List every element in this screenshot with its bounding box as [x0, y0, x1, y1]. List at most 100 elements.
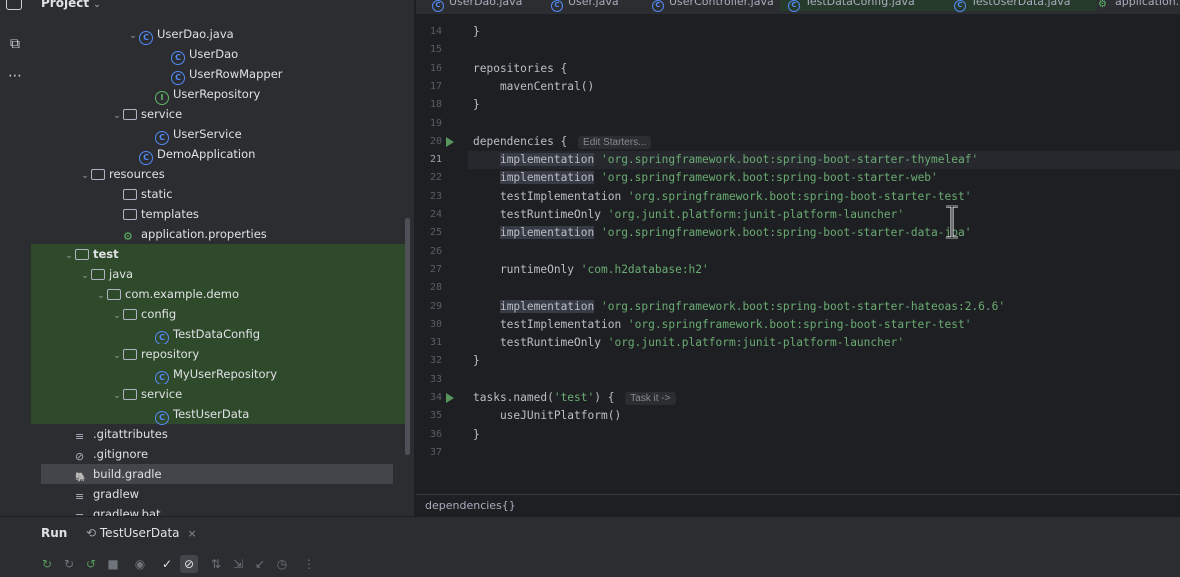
code-line[interactable]: }	[473, 426, 480, 444]
toggle-auto-test-icon[interactable]: ↺	[82, 555, 100, 573]
code-line[interactable]: testImplementation 'org.springframework.…	[473, 316, 972, 334]
code-line[interactable]: implementation 'org.springframework.boot…	[473, 151, 978, 169]
tree-item[interactable]: ≡ gradlew	[31, 484, 405, 504]
chevron-down-icon[interactable]: ⌄	[111, 346, 123, 366]
run-gutter-icon[interactable]	[446, 393, 454, 403]
tool-window-stripe: ⧉ ⋯	[0, 0, 32, 520]
tree-item[interactable]: ⚙ application.properties	[31, 224, 405, 244]
editor-tab[interactable]: C TestDataConfig.java	[780, 0, 953, 12]
tree-item[interactable]: ⌄ service	[31, 384, 405, 404]
line-number: 18	[429, 99, 442, 111]
tree-item[interactable]: C UserService	[31, 124, 405, 145]
class-icon: C	[139, 31, 153, 45]
collapse-icon[interactable]: ⇲	[229, 555, 247, 573]
tree-item[interactable]: C TestDataConfig	[31, 324, 405, 345]
chevron-down-icon[interactable]: ⌄	[63, 246, 75, 266]
run-panel-title[interactable]: Run	[41, 526, 67, 540]
string-literal: 'org.springframework.boot:spring-boot-st…	[601, 299, 1006, 313]
code-line[interactable]: dependencies { Edit Starters...	[473, 133, 652, 151]
close-icon[interactable]: ×	[188, 527, 197, 540]
code-line[interactable]: testRuntimeOnly 'org.junit.platform:juni…	[473, 206, 904, 224]
code-token: ) {	[594, 391, 622, 404]
run-tab[interactable]: ⟲ TestUserData ×	[86, 526, 197, 540]
code-line[interactable]: implementation 'org.springframework.boot…	[473, 169, 938, 187]
sort-icon[interactable]: ⇅	[207, 555, 225, 573]
tree-item[interactable]: C UserRowMapper	[31, 64, 405, 85]
class-icon: C	[155, 411, 169, 425]
tree-item[interactable]: ⌄ C UserDao.java	[31, 24, 405, 46]
line-number: 29	[429, 300, 442, 312]
chevron-down-icon[interactable]: ⌄	[79, 266, 91, 286]
show-passed-icon[interactable]: ✓	[158, 555, 176, 573]
history-icon[interactable]: ◷	[273, 555, 291, 573]
inlay-hint-button[interactable]: Edit Starters...	[578, 135, 652, 149]
tree-item[interactable]: ⌄ service	[31, 104, 405, 124]
tree-item[interactable]: 🐘 build.gradle	[41, 464, 393, 484]
code-line[interactable]: }	[473, 96, 480, 114]
more-icon[interactable]: ⋮	[300, 555, 318, 573]
folder-icon	[123, 389, 137, 400]
project-panel-title[interactable]: Project ⌄	[41, 0, 101, 14]
code-editor[interactable]: 14} 15 16 repositories {17 mavenCentral() 18…	[416, 14, 1180, 494]
tree-item-label: .gitattributes	[93, 427, 168, 441]
editor-tab[interactable]: C User.java	[543, 0, 651, 12]
code-line[interactable]: mavenCentral()	[473, 78, 594, 96]
class-icon: C	[551, 0, 563, 12]
editor-tab[interactable]: C TestUserData.java	[946, 0, 1097, 12]
rerun-failed-icon[interactable]: ↻	[60, 555, 78, 573]
tree-item[interactable]: static	[31, 184, 405, 204]
tree-item[interactable]: ⌄ config	[31, 304, 405, 324]
inlay-hint-button[interactable]: Task it ->	[625, 392, 676, 405]
import-tests-icon[interactable]: ↙	[251, 555, 269, 573]
project-scrollbar[interactable]	[405, 218, 410, 455]
tree-item-label: UserRepository	[173, 87, 261, 101]
chevron-down-icon[interactable]: ⌄	[127, 26, 139, 46]
stop-icon[interactable]: ■	[104, 555, 122, 573]
code-line[interactable]: runtimeOnly 'com.h2database:h2'	[473, 261, 709, 279]
show-ignored-icon[interactable]: ⊘	[180, 555, 198, 573]
tree-item[interactable]: C MyUserRepository	[31, 364, 405, 385]
code-line[interactable]: testImplementation 'org.springframework.…	[473, 188, 972, 206]
tree-item[interactable]: ⌄ java	[31, 264, 405, 284]
class-icon: C	[652, 0, 664, 12]
tree-item[interactable]: ⌄ com.example.demo	[31, 284, 405, 304]
project-tool-icon[interactable]	[6, 0, 22, 10]
code-line[interactable]: implementation 'org.springframework.boot…	[473, 298, 1005, 316]
tree-item[interactable]: ⊘ .gitignore	[31, 444, 405, 464]
tree-item[interactable]: I UserRepository	[31, 84, 405, 105]
chevron-down-icon[interactable]: ⌄	[93, 0, 101, 10]
chevron-down-icon[interactable]: ⌄	[111, 386, 123, 406]
breadcrumb[interactable]: dependencies{}	[416, 494, 1180, 517]
code-line[interactable]: }	[473, 23, 480, 41]
tree-item[interactable]: C UserDao	[31, 44, 405, 65]
code-token: testImplementation	[473, 317, 628, 331]
code-line[interactable]: implementation 'org.springframework.boot…	[473, 224, 971, 242]
tree-item[interactable]: ≡ .gitattributes	[31, 424, 405, 444]
chevron-down-icon[interactable]: ⌄	[111, 306, 123, 326]
rerun-icon[interactable]: ↻	[38, 555, 56, 573]
tree-item[interactable]: templates	[31, 204, 405, 224]
editor-tab[interactable]: C UserDao.java	[424, 0, 550, 12]
tree-item[interactable]: ⌄ resources	[31, 164, 405, 184]
line-number: 31	[429, 337, 442, 349]
tree-item[interactable]: ⌄ repository	[31, 344, 405, 364]
code-line[interactable]: repositories {	[473, 60, 567, 78]
code-line[interactable]: tasks.named('test') { Task it ->	[473, 389, 676, 407]
chevron-down-icon[interactable]: ⌄	[79, 166, 91, 186]
editor-tab[interactable]: C UserController.java	[644, 0, 787, 12]
chevron-down-icon[interactable]: ⌄	[111, 106, 123, 126]
tree-item[interactable]: ⌄ test	[31, 244, 405, 264]
tree-item[interactable]: C DemoApplication	[31, 144, 405, 165]
line-number: 36	[429, 428, 442, 440]
editor-tab[interactable]: ⚙ application.pr	[1090, 0, 1180, 11]
structure-icon[interactable]: ⧉	[5, 34, 25, 54]
more-tools-icon[interactable]: ⋯	[5, 66, 25, 86]
chevron-down-icon[interactable]: ⌄	[95, 286, 107, 306]
code-line[interactable]: }	[473, 352, 480, 370]
run-gutter-icon[interactable]	[446, 136, 454, 147]
code-line[interactable]: useJUnitPlatform()	[473, 407, 621, 425]
eye-icon[interactable]: ◉	[131, 555, 149, 573]
code-line[interactable]: testRuntimeOnly 'org.junit.platform:juni…	[473, 334, 904, 352]
tree-item[interactable]: C TestUserData	[31, 404, 405, 425]
